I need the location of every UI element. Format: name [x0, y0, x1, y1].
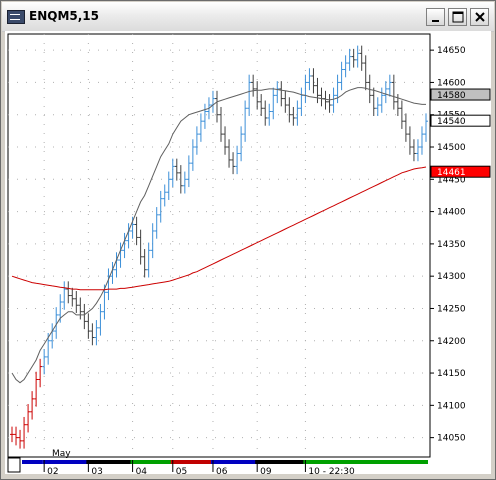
y-tick-label: 14400	[437, 208, 466, 218]
session-bar	[130, 460, 175, 464]
chart-window: ENQM5,15 14050 14100 14150 14200 14250 14300 1…	[0, 0, 496, 480]
session-bar	[22, 460, 43, 464]
x-tick-label: 04	[136, 467, 148, 474]
month-label: May	[52, 449, 71, 459]
y-tick-label: 14150	[437, 369, 466, 379]
session-bar	[255, 460, 308, 464]
price-tag-label: 14540	[437, 117, 466, 127]
price-tag-label: 14461	[437, 168, 466, 178]
app-icon	[7, 10, 25, 24]
close-icon	[475, 12, 485, 22]
y-tick-label: 14600	[437, 78, 466, 88]
price-chart[interactable]: 14050 14100 14150 14200 14250 14300 14350 14400…	[5, 31, 491, 474]
y-tick-label: 14250	[437, 304, 466, 314]
x-tick-label: 09	[260, 467, 272, 474]
window-title: ENQM5,15	[29, 9, 99, 23]
maximize-button[interactable]	[448, 8, 467, 26]
minimize-button[interactable]	[426, 8, 445, 26]
session-bar	[170, 460, 215, 464]
x-tick-label: 02	[47, 467, 58, 474]
y-tick-label: 14050	[437, 434, 466, 444]
session-bar	[86, 460, 135, 464]
y-tick-label: 14100	[437, 401, 466, 411]
scroll-handle	[7, 457, 21, 473]
y-tick-label: 14650	[437, 46, 466, 56]
x-tick-label: 05	[176, 467, 187, 474]
y-tick-label: 14300	[437, 272, 466, 282]
minimize-icon	[432, 20, 439, 22]
session-bar	[303, 460, 428, 464]
title-bar[interactable]: ENQM5,15	[2, 2, 494, 32]
y-tick-label: 14200	[437, 337, 466, 347]
y-tick-label: 14500	[437, 143, 466, 153]
close-button[interactable]	[470, 8, 489, 26]
x-tick-label: 03	[91, 467, 102, 474]
y-tick-label: 14350	[437, 240, 466, 250]
x-tick-label: 06	[216, 467, 228, 474]
session-bar	[42, 460, 91, 464]
session-bar	[210, 460, 260, 464]
plot-frame	[7, 33, 431, 458]
maximize-icon	[452, 11, 464, 23]
chart-area[interactable]: 14050 14100 14150 14200 14250 14300 14350 14400…	[5, 31, 491, 474]
x-tick-label: 10 - 22:30	[308, 467, 355, 474]
price-tag-label: 14580	[437, 91, 466, 101]
